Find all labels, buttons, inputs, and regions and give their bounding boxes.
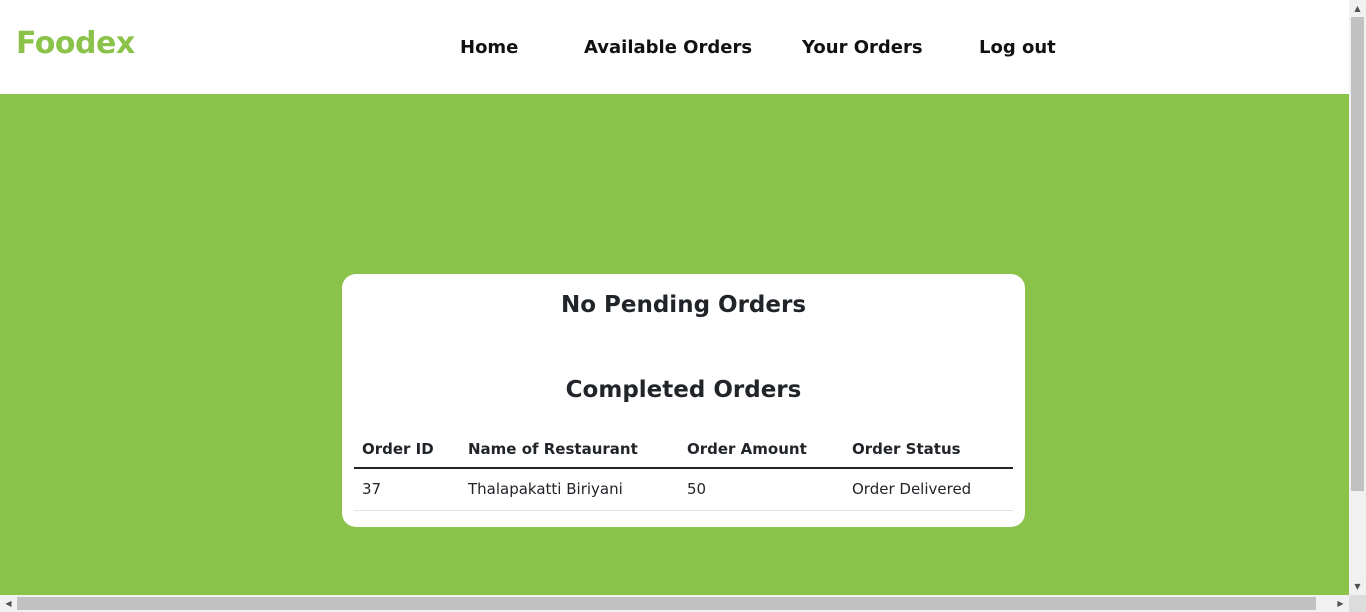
nav-available-orders-link[interactable]: Available Orders xyxy=(584,37,752,58)
column-header-restaurant: Name of Restaurant xyxy=(460,432,679,469)
cell-restaurant-name: Thalapakatti Biriyani xyxy=(460,468,679,511)
column-header-order-status: Order Status xyxy=(844,432,1013,469)
scroll-right-arrow-icon[interactable]: ▶ xyxy=(1332,595,1349,612)
scrollbar-corner xyxy=(1349,595,1366,612)
vertical-scroll-thumb[interactable] xyxy=(1351,17,1364,491)
navbar: Foodex Home Available Orders Your Orders… xyxy=(0,0,1349,94)
orders-card: No Pending Orders Completed Orders Order… xyxy=(342,274,1025,527)
horizontal-scrollbar[interactable]: ◀ ▶ xyxy=(0,595,1349,612)
cell-order-amount: 50 xyxy=(679,468,844,511)
nav-home-link[interactable]: Home xyxy=(460,37,518,58)
nav-your-orders-link[interactable]: Your Orders xyxy=(802,37,923,58)
scroll-left-arrow-icon[interactable]: ◀ xyxy=(0,595,17,612)
vertical-scrollbar[interactable]: ▲ ▼ xyxy=(1349,0,1366,595)
completed-orders-table: Order ID Name of Restaurant Order Amount… xyxy=(354,432,1013,511)
table-header-row: Order ID Name of Restaurant Order Amount… xyxy=(354,432,1013,469)
page-viewport: Foodex Home Available Orders Your Orders… xyxy=(0,0,1349,595)
pending-orders-heading: No Pending Orders xyxy=(560,292,807,318)
horizontal-scroll-thumb[interactable] xyxy=(17,597,1316,610)
column-header-order-id: Order ID xyxy=(354,432,460,469)
cell-order-id: 37 xyxy=(354,468,460,511)
column-header-order-amount: Order Amount xyxy=(679,432,844,469)
scroll-up-arrow-icon[interactable]: ▲ xyxy=(1349,0,1366,17)
nav-logout-link[interactable]: Log out xyxy=(979,37,1056,58)
cell-order-status: Order Delivered xyxy=(844,468,1013,511)
completed-orders-heading: Completed Orders xyxy=(565,377,802,403)
main-nav: Home Available Orders Your Orders Log ou… xyxy=(0,37,1349,61)
table-row: 37 Thalapakatti Biriyani 50 Order Delive… xyxy=(354,468,1013,511)
scroll-down-arrow-icon[interactable]: ▼ xyxy=(1349,578,1366,595)
